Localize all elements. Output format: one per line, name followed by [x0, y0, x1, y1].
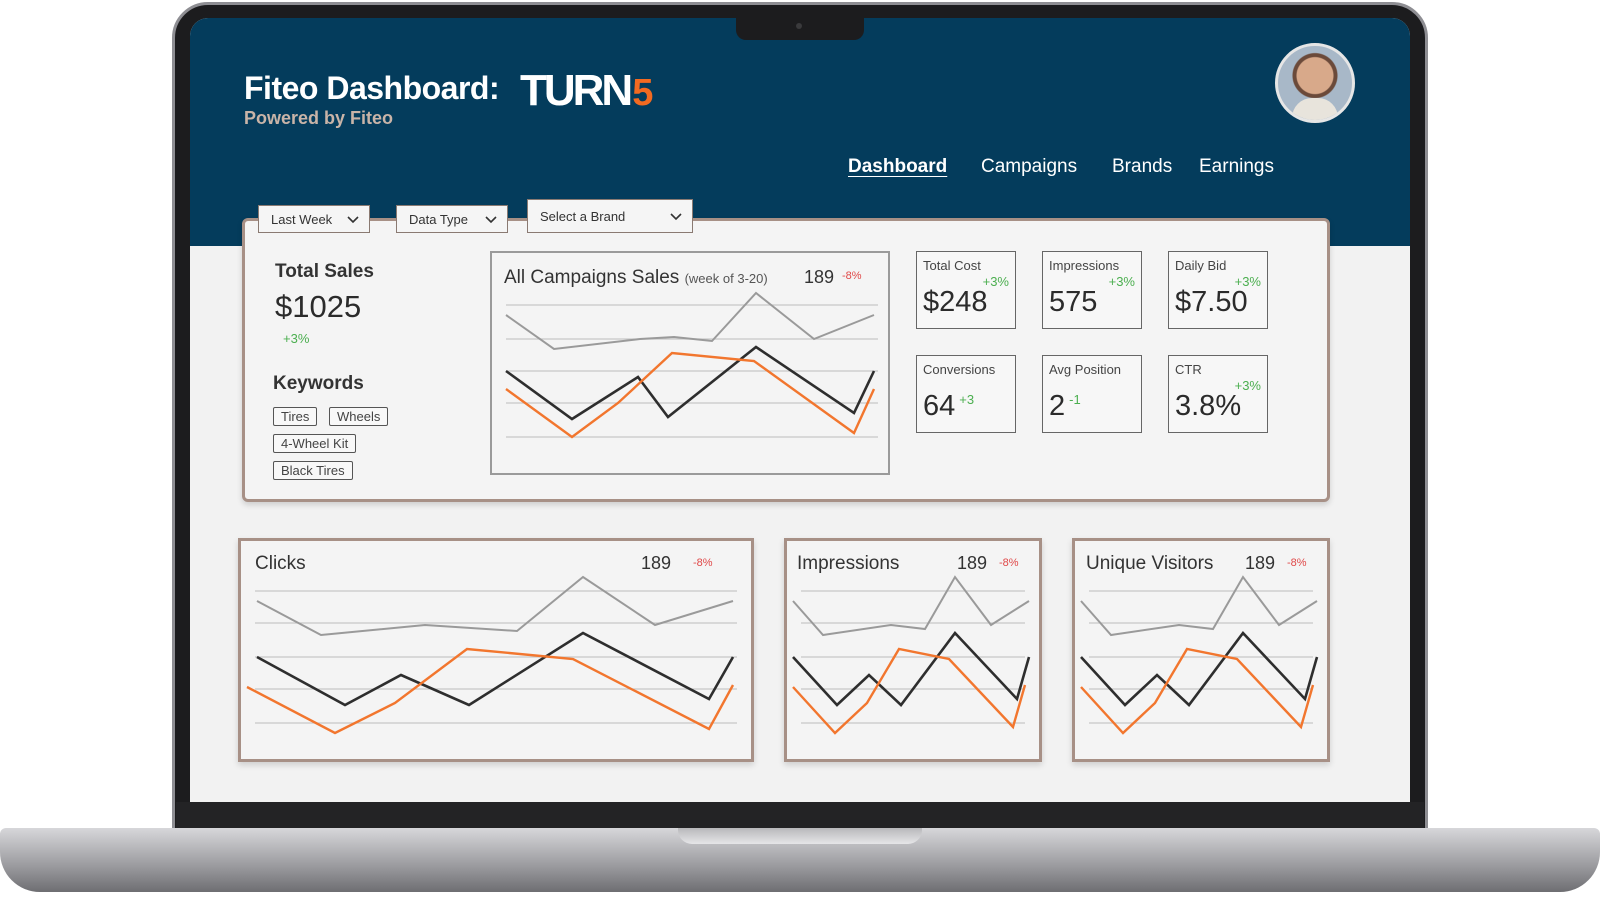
series-line-gray — [505, 291, 875, 351]
series-line-gray — [792, 575, 1030, 637]
camera-notch — [736, 18, 864, 40]
series-line-dark — [792, 630, 1031, 707]
metric-value: $7.50 — [1175, 286, 1248, 318]
metric-label: Avg Position — [1049, 362, 1122, 377]
series-line-gray — [1080, 575, 1318, 637]
metric-avg-position[interactable]: Avg Position 2 -1 — [1042, 355, 1142, 433]
laptop-chin — [176, 802, 1424, 828]
brand-logo-text: TURN — [520, 66, 633, 115]
data-type-label: Data Type — [409, 211, 469, 227]
nav-dashboard[interactable]: Dashboard — [848, 156, 947, 178]
nav-earnings[interactable]: Earnings — [1199, 156, 1274, 178]
keyword-chip[interactable]: Tires — [273, 407, 318, 426]
total-sales-label: Total Sales — [275, 261, 374, 282]
app-subtitle: Powered by Fiteo — [244, 108, 394, 128]
chevron-down-icon — [670, 213, 682, 221]
app-title: Fiteo Dashboard: — [244, 70, 500, 106]
metric-label: Impressions — [1049, 258, 1120, 273]
metric-total-cost[interactable]: Total Cost +3% $248 — [916, 251, 1016, 329]
brand-logo-number: 5 — [632, 72, 653, 114]
nav-brands[interactable]: Brands — [1112, 156, 1172, 178]
laptop-groove — [678, 828, 922, 844]
keywords-label: Keywords — [273, 373, 364, 394]
series-line-gray — [256, 575, 734, 637]
metric-label: Daily Bid — [1175, 258, 1227, 273]
unique-visitors-chart-panel[interactable]: Unique Visitors 189 -8% — [1072, 538, 1330, 762]
metric-label: Total Cost — [923, 258, 981, 273]
total-sales-change: +3% — [283, 331, 310, 346]
all-campaigns-chart[interactable]: All Campaigns Sales (week of 3-20) 189 -… — [490, 251, 890, 475]
sparkline-chart — [1080, 575, 1319, 735]
brand-dropdown[interactable]: Select a Brand — [527, 199, 693, 233]
total-sales-value: $1025 — [275, 289, 362, 324]
sparkline-chart — [246, 575, 737, 735]
date-range-dropdown[interactable]: Last Week — [258, 205, 370, 233]
keyword-chip[interactable]: Wheels — [329, 407, 389, 426]
metric-daily-bid[interactable]: Daily Bid +3% $7.50 — [1168, 251, 1268, 329]
keyword-chip[interactable]: Black Tires — [273, 461, 353, 480]
series-line-dark — [256, 631, 735, 707]
metric-impressions[interactable]: Impressions +3% 575 — [1042, 251, 1142, 329]
series-line-orange — [1080, 647, 1315, 735]
metric-label: CTR — [1175, 362, 1202, 377]
brand-logo: TURN5 — [520, 66, 653, 116]
date-range-label: Last Week — [271, 211, 333, 227]
metric-value-wrap: 64 +3 — [923, 390, 974, 423]
clicks-chart-panel[interactable]: Clicks 189 -8% — [238, 538, 754, 762]
brand-dropdown-label: Select a Brand — [540, 208, 626, 224]
impressions-chart-panel[interactable]: Impressions 189 -8% — [784, 538, 1042, 762]
metric-value: 64 — [923, 390, 956, 422]
avatar-shirt — [1292, 98, 1338, 120]
sparkline-chart — [792, 575, 1031, 735]
nav-campaigns[interactable]: Campaigns — [981, 156, 1077, 178]
header: Fiteo Dashboard: Powered by Fiteo TURN5 … — [190, 18, 1410, 246]
series-line-orange — [505, 351, 876, 439]
screen: Fiteo Dashboard: Powered by Fiteo TURN5 … — [190, 18, 1410, 802]
metric-change: +3 — [959, 392, 975, 407]
chevron-down-icon — [347, 216, 359, 224]
keyword-chip[interactable]: 4-Wheel Kit — [273, 434, 357, 453]
metric-label: Conversions — [923, 362, 996, 377]
series-line-orange — [792, 647, 1027, 735]
metric-change: -1 — [1069, 392, 1081, 407]
sparkline-chart — [505, 291, 878, 439]
metric-value: 2 — [1049, 390, 1066, 422]
metric-value: $248 — [923, 286, 988, 318]
series-line-dark — [1080, 630, 1319, 707]
metric-value: 3.8% — [1175, 390, 1242, 422]
chevron-down-icon — [485, 216, 497, 224]
camera-icon — [796, 23, 802, 29]
data-type-dropdown[interactable]: Data Type — [396, 205, 508, 233]
metric-value-wrap: 2 -1 — [1049, 390, 1081, 423]
laptop-base — [0, 828, 1600, 892]
metric-value: 575 — [1049, 286, 1098, 318]
metric-conversions[interactable]: Conversions 64 +3 — [916, 355, 1016, 433]
metric-ctr[interactable]: CTR +3% 3.8% — [1168, 355, 1268, 433]
metric-change: +3% — [1108, 274, 1135, 289]
avatar[interactable] — [1275, 43, 1355, 123]
summary-panel: Total Sales $1025 +3% Keywords Tires Whe… — [242, 218, 1330, 502]
